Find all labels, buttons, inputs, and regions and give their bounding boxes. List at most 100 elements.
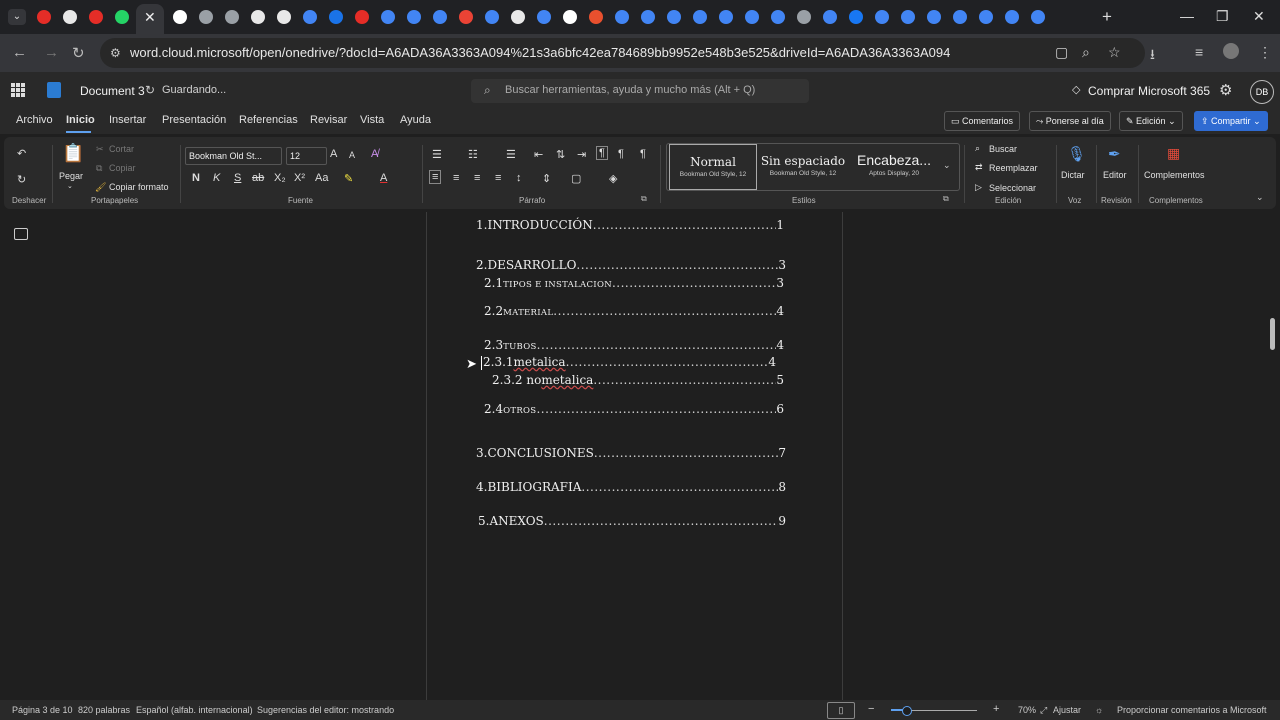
underline-button[interactable]: S (234, 172, 241, 184)
toc-entry[interactable]: 2.3.2 no metalica 5 (492, 373, 784, 387)
tab-favicon-icon[interactable] (823, 10, 837, 24)
tab-favicon-icon[interactable] (563, 10, 577, 24)
addins-button[interactable]: Complementos (1144, 170, 1205, 180)
redo-icon[interactable]: ↻ (17, 173, 26, 186)
paste-button[interactable]: Pegar (59, 171, 83, 181)
paste-icon[interactable]: 📋 (62, 143, 84, 164)
navigation-pane-icon[interactable] (14, 228, 28, 240)
back-icon[interactable]: ← (12, 44, 27, 61)
editing-mode-button[interactable]: ✎ Edición ⌄ (1119, 111, 1183, 131)
tab-favicon-icon[interactable] (459, 10, 473, 24)
tab-favicon-icon[interactable] (953, 10, 967, 24)
comments-button[interactable]: ▭ Comentarios (944, 111, 1021, 131)
tab-favicon-icon[interactable] (199, 10, 213, 24)
install-app-icon[interactable]: ▢ (1055, 44, 1068, 61)
vertical-scrollbar[interactable] (1270, 318, 1275, 350)
close-window-icon[interactable]: ✕ (1253, 8, 1265, 25)
justify-icon[interactable]: ≡ (495, 172, 501, 184)
tab-favicon-icon[interactable] (381, 10, 395, 24)
tab-favicon-icon[interactable] (303, 10, 317, 24)
paste-dropdown-icon[interactable]: ⌄ (67, 182, 73, 190)
fit-button[interactable]: Ajustar (1053, 705, 1081, 715)
tab-favicon-icon[interactable] (537, 10, 551, 24)
tab-favicon-icon[interactable] (485, 10, 499, 24)
paragraph-spacing-icon[interactable]: ⇕ (542, 172, 551, 185)
word-count[interactable]: 820 palabras (78, 705, 130, 715)
select-button[interactable]: Seleccionar (989, 183, 1036, 193)
align-left-icon[interactable]: ≡ (429, 170, 442, 184)
grow-font-icon[interactable]: A (330, 148, 337, 160)
italic-button[interactable]: K (213, 172, 220, 184)
replace-button[interactable]: Reemplazar (989, 163, 1038, 173)
restore-icon[interactable]: ❐ (1216, 8, 1229, 25)
tab-favicon-icon[interactable] (329, 10, 343, 24)
rtl-direction-icon[interactable]: ¶ (618, 148, 624, 160)
tab-favicon-icon[interactable] (1005, 10, 1019, 24)
toc-entry[interactable]: 2.3.1 metalica 4 (483, 355, 776, 369)
tab-favicon-icon[interactable] (225, 10, 239, 24)
toc-entry[interactable]: 2.4 otros 6 (484, 402, 784, 416)
tab-favicon-icon[interactable] (89, 10, 103, 24)
tab-favicon-icon[interactable] (1031, 10, 1045, 24)
site-info-icon[interactable]: ⚙ (110, 46, 121, 60)
tab-favicon-icon[interactable] (641, 10, 655, 24)
style-normal[interactable]: Normal Bookman Old Style, 12 (669, 144, 757, 190)
font-name-combo[interactable]: Bookman Old St... (185, 147, 282, 165)
editor-pen-icon[interactable]: ✒ (1108, 145, 1121, 163)
share-button[interactable]: ⇪ Compartir ⌄ (1194, 111, 1268, 131)
tab-favicon-icon[interactable] (173, 10, 187, 24)
media-control-icon[interactable]: ≡ (1195, 44, 1203, 60)
numbering-icon[interactable]: ☷ (468, 148, 478, 161)
tab-favicon-icon[interactable] (251, 10, 265, 24)
paragraph-launcher-icon[interactable]: ⧉ (641, 194, 647, 204)
bold-button[interactable]: N (192, 172, 200, 184)
print-layout-icon[interactable]: ▯ (827, 702, 855, 719)
buy-m365-link[interactable]: Comprar Microsoft 365 (1088, 84, 1210, 98)
borders-icon[interactable]: ▢ (571, 172, 581, 185)
bookmark-star-icon[interactable]: ☆ (1108, 44, 1121, 61)
tab-presentacion[interactable]: Presentación (162, 114, 226, 126)
browser-menu-icon[interactable]: ⋮ (1258, 44, 1272, 61)
format-painter-button[interactable]: Copiar formato (109, 182, 169, 192)
address-bar[interactable]: ⚙ word.cloud.microsoft/open/onedrive/?do… (100, 38, 1145, 68)
toc-entry[interactable]: 4.BIBLIOGRAFIA 8 (476, 480, 786, 494)
style-no-spacing[interactable]: Sin espaciado Bookman Old Style, 12 (759, 144, 847, 188)
editor-suggestions-status[interactable]: Sugerencias del editor: mostrando (257, 705, 394, 715)
subscript-button[interactable]: X₂ (274, 172, 286, 184)
toc-entry[interactable]: 2.2 material 4 (484, 304, 784, 318)
page-count[interactable]: Página 3 de 10 (12, 705, 73, 715)
download-icon[interactable]: ⭳ (1150, 44, 1155, 68)
tab-favicon-icon[interactable] (115, 10, 129, 24)
zoom-icon[interactable]: ⌕ (1082, 44, 1090, 61)
cut-button[interactable]: Cortar (109, 144, 134, 154)
show-marks-icon[interactable]: ¶ (640, 148, 646, 160)
toc-entry[interactable]: 2.1 tipos e instalacion 3 (484, 276, 784, 290)
tab-favicon-icon[interactable] (63, 10, 77, 24)
bullets-icon[interactable]: ☰ (432, 148, 442, 161)
ribbon-collapse-icon[interactable]: ⌄ (1256, 192, 1264, 203)
search-box[interactable]: ⌕ Buscar herramientas, ayuda y mucho más… (471, 79, 809, 103)
line-spacing-icon[interactable]: ↕ (516, 172, 522, 184)
microphone-icon[interactable]: 🎙 (1067, 145, 1086, 163)
dictate-button[interactable]: Dictar (1061, 170, 1085, 180)
tab-favicon-icon[interactable] (927, 10, 941, 24)
addins-grid-icon[interactable]: ▦ (1167, 145, 1180, 162)
tab-favicon-icon[interactable] (797, 10, 811, 24)
tab-favicon-icon[interactable] (615, 10, 629, 24)
zoom-out-icon[interactable]: − (868, 703, 874, 715)
forward-icon[interactable]: → (44, 44, 59, 61)
ltr-direction-icon[interactable]: ¶ (596, 146, 608, 160)
reload-icon[interactable]: ↻ (72, 44, 85, 62)
tab-revisar[interactable]: Revisar (310, 114, 347, 126)
change-case-icon[interactable]: Aa (315, 172, 328, 184)
tab-archivo[interactable]: Archivo (16, 114, 53, 126)
tab-inicio[interactable]: Inicio (66, 114, 95, 126)
language-status[interactable]: Español (alfab. internacional) (136, 705, 253, 715)
find-button[interactable]: Buscar (989, 144, 1017, 154)
tab-favicon-icon[interactable] (433, 10, 447, 24)
undo-icon[interactable]: ↶ (17, 147, 26, 160)
superscript-button[interactable]: X² (294, 172, 305, 184)
user-avatar[interactable]: DB (1250, 80, 1274, 104)
multilevel-list-icon[interactable]: ☰ (506, 148, 516, 161)
style-heading[interactable]: Encabeza... Aptos Display, 20 (851, 144, 937, 188)
